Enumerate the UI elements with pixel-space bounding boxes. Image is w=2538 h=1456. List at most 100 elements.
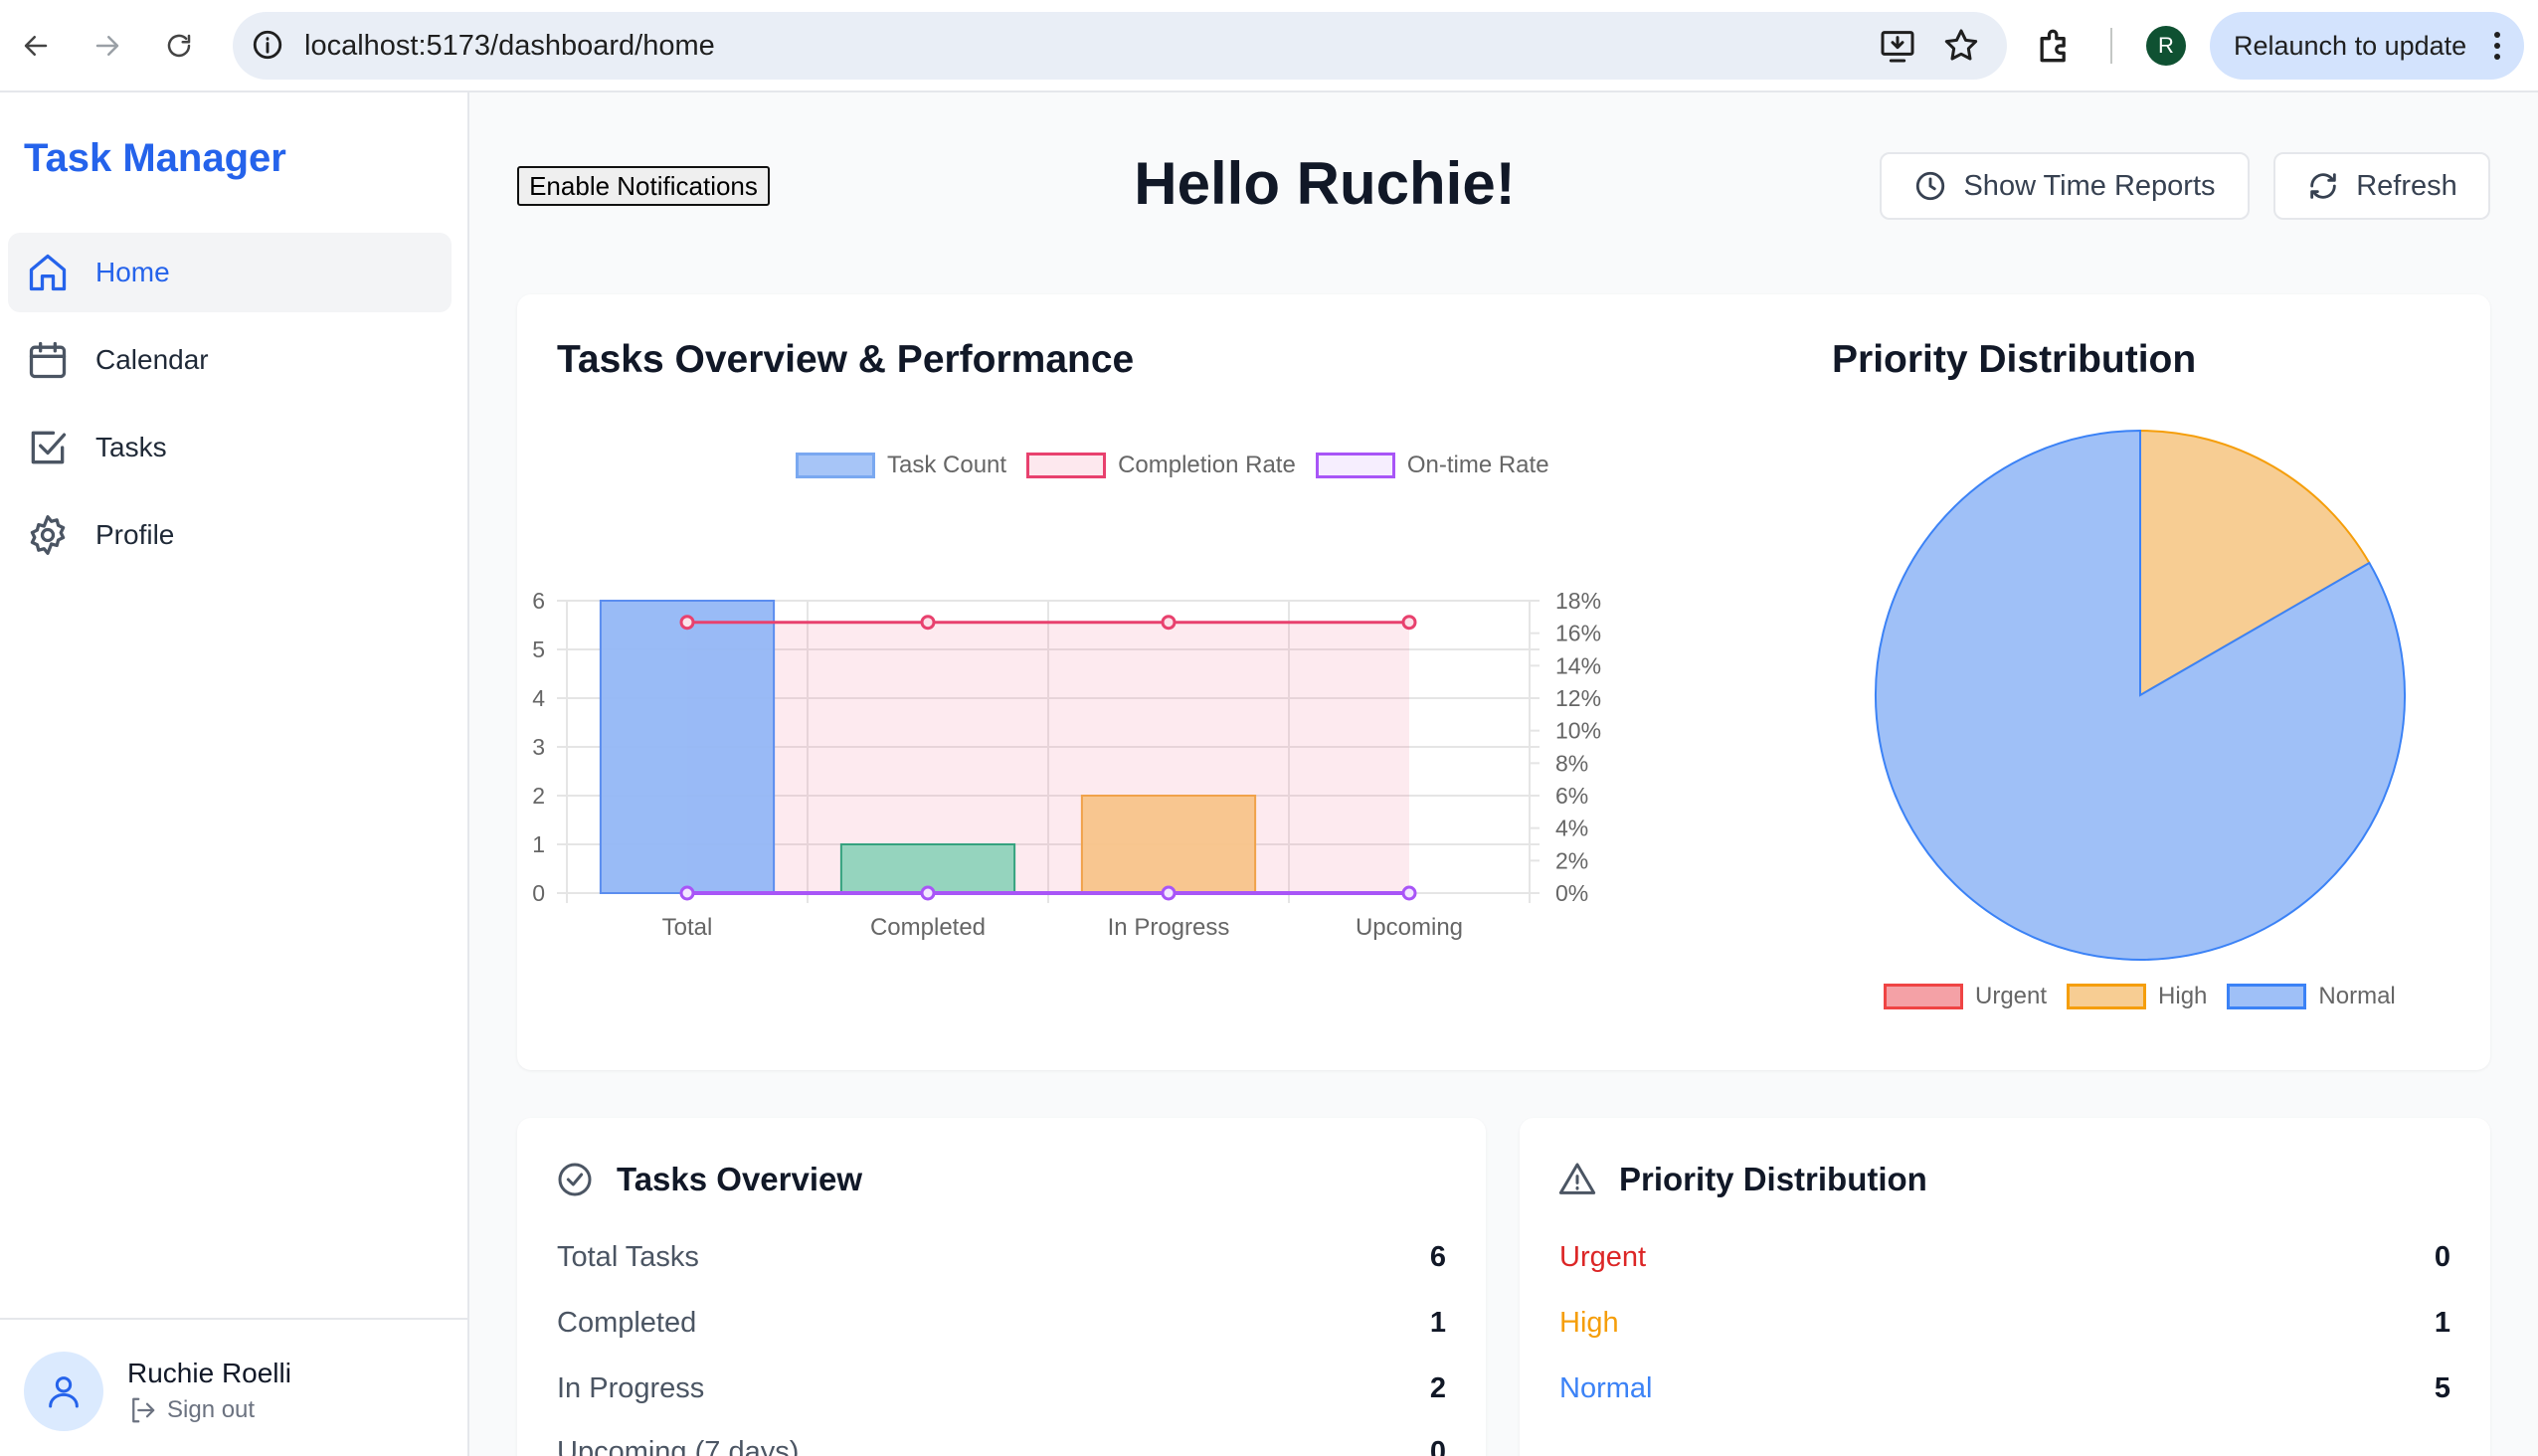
user-avatar[interactable] (24, 1352, 103, 1431)
refresh-button[interactable]: Refresh (2273, 152, 2490, 220)
priority-label: Urgent (1559, 1241, 1647, 1273)
y2-tick-label: 12% (1555, 685, 1601, 711)
overview-card: Tasks Overview & Performance Priority Di… (517, 294, 2490, 1070)
priority-value: 1 (2434, 1307, 2450, 1339)
toolbar-divider (2110, 28, 2112, 64)
completion-rate-area (687, 622, 1409, 893)
show-time-reports-button[interactable]: Show Time Reports (1880, 152, 2250, 220)
sign-out-link[interactable]: Sign out (127, 1395, 255, 1425)
sign-out-icon (132, 1397, 155, 1423)
legend-item-urgent[interactable]: Urgent (1884, 983, 2047, 1010)
on-time-rate-point (920, 885, 936, 901)
tasks-overview-title: Tasks Overview (617, 1161, 863, 1197)
x-tick-label: Completed (870, 914, 986, 941)
priority-value: 0 (2434, 1241, 2450, 1273)
clock-icon (1916, 171, 1945, 201)
extensions-puzzle-icon[interactable] (2033, 24, 2077, 68)
forward-button[interactable] (82, 20, 133, 72)
app-brand[interactable]: Task Manager (24, 136, 286, 181)
relaunch-label: Relaunch to update (2234, 31, 2467, 61)
alert-triangle-icon (1558, 1163, 1596, 1194)
legend-swatch (2067, 984, 2147, 1009)
address-bar[interactable]: localhost:5173/dashboard/home (233, 12, 2007, 80)
priority-label: Normal (1559, 1372, 1653, 1404)
enable-notifications-button[interactable]: Enable Notifications (517, 166, 770, 206)
y2-tick-label: 14% (1555, 652, 1601, 678)
info-icon[interactable] (251, 28, 284, 62)
sidebar-item-label: Tasks (95, 432, 167, 462)
completion-rate-point (1161, 615, 1177, 631)
stat-value: 2 (1429, 1372, 1446, 1404)
sidebar-item-tasks[interactable]: Tasks (8, 408, 452, 487)
x-tick-label: Total (662, 914, 713, 941)
reload-button[interactable] (153, 20, 205, 72)
priority-label: High (1559, 1307, 1619, 1339)
priority-summary-heading: Priority Distribution (1557, 1160, 1927, 1199)
y2-tick-label: 16% (1555, 621, 1601, 646)
calendar-icon (29, 341, 67, 379)
y-tick-label: 3 (532, 734, 545, 760)
legend-item-high[interactable]: High (2067, 983, 2207, 1010)
install-app-icon[interactable] (1878, 26, 1917, 66)
stat-value: 1 (1429, 1307, 1446, 1339)
stat-label: Upcoming (7 days) (557, 1436, 800, 1456)
legend-swatch (1884, 984, 1963, 1009)
y-tick-label: 0 (532, 880, 545, 906)
sidebar: Task Manager Home Calendar Tasks Profile… (0, 92, 469, 1456)
reload-icon (167, 34, 191, 58)
y2-tick-label: 4% (1555, 816, 1588, 841)
home-icon (29, 254, 67, 291)
stat-value: 6 (1429, 1241, 1446, 1273)
completion-rate-point (1401, 615, 1417, 631)
x-tick-label: In Progress (1108, 914, 1230, 941)
stat-row-upcoming: Upcoming (7 days) 0 (557, 1436, 1446, 1456)
check-square-icon (31, 431, 67, 464)
back-button[interactable] (10, 20, 62, 72)
stat-row-total: Total Tasks 6 (557, 1241, 1446, 1281)
stat-label: Total Tasks (557, 1241, 699, 1273)
legend-item-normal[interactable]: Normal (2227, 983, 2396, 1010)
stat-row-completed: Completed 1 (557, 1307, 1446, 1347)
y-tick-label: 1 (532, 831, 545, 857)
priority-summary-title: Priority Distribution (1619, 1161, 1927, 1197)
priority-summary-card: Priority Distribution Urgent 0 High 1 No… (1520, 1118, 2490, 1456)
legend-label: Urgent (1975, 983, 2048, 1009)
on-time-rate-point (1161, 885, 1177, 901)
y2-tick-label: 2% (1555, 847, 1588, 873)
refresh-label: Refresh (2356, 169, 2457, 202)
priority-row-urgent: Urgent 0 (1559, 1241, 2450, 1281)
completion-rate-point (920, 615, 936, 631)
y2-tick-label: 6% (1555, 783, 1588, 809)
y-tick-label: 5 (532, 637, 545, 662)
sign-out-label: Sign out (167, 1396, 256, 1423)
priority-row-high: High 1 (1559, 1307, 2450, 1347)
more-vert-icon[interactable] (2492, 30, 2502, 62)
y2-tick-label: 8% (1555, 750, 1588, 776)
on-time-rate-point (679, 885, 695, 901)
x-tick-label: Upcoming (1356, 914, 1463, 941)
on-time-rate-point (1401, 885, 1417, 901)
show-time-reports-label: Show Time Reports (1963, 169, 2216, 202)
refresh-icon (2310, 173, 2336, 199)
stat-label: Completed (557, 1307, 697, 1339)
bar (1080, 795, 1257, 894)
gear-icon (30, 515, 66, 555)
relaunch-button[interactable]: Relaunch to update (2210, 12, 2524, 80)
browser-toolbar: localhost:5173/dashboard/home R Relaunch… (0, 0, 2538, 92)
url-text[interactable]: localhost:5173/dashboard/home (304, 12, 715, 80)
y-tick-label: 4 (532, 685, 545, 711)
bookmark-star-icon[interactable] (1941, 26, 1981, 66)
stat-label: In Progress (557, 1372, 705, 1404)
y2-tick-label: 18% (1555, 588, 1601, 614)
overview-title: Tasks Overview & Performance (557, 338, 1135, 381)
sidebar-item-calendar[interactable]: Calendar (8, 320, 452, 400)
y-tick-label: 2 (532, 783, 545, 809)
legend-label: Normal (2318, 983, 2396, 1009)
y2-tick-label: 0% (1555, 880, 1588, 906)
sidebar-item-profile[interactable]: Profile (8, 495, 452, 575)
profile-avatar[interactable]: R (2146, 26, 2186, 66)
completion-rate-point (679, 615, 695, 631)
pie-title: Priority Distribution (1832, 338, 2197, 381)
bar (599, 600, 776, 894)
sidebar-item-home[interactable]: Home (8, 233, 452, 312)
